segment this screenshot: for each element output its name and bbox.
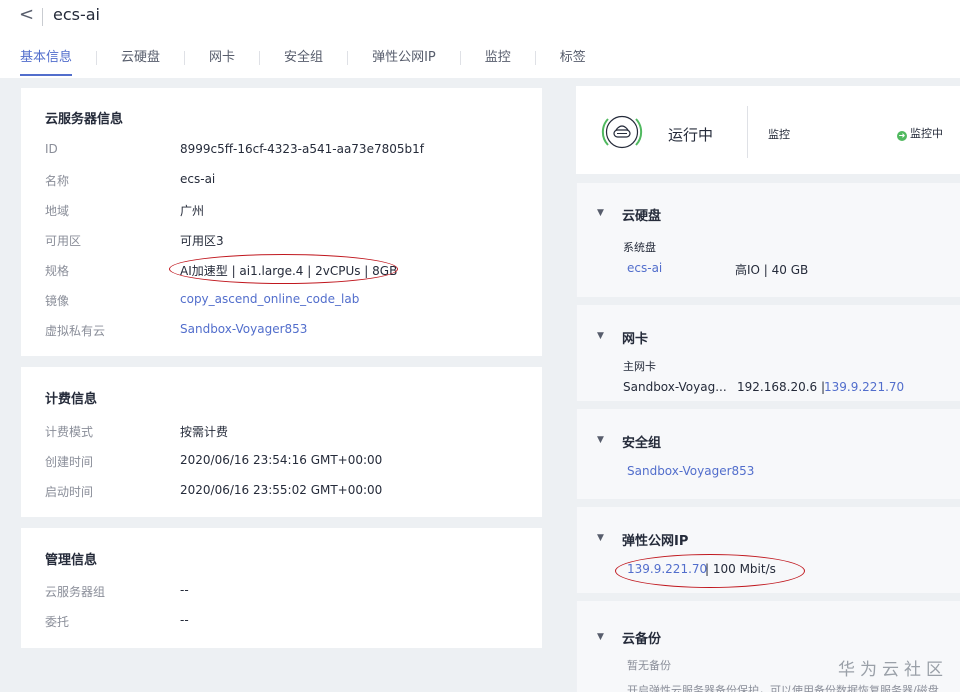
disk-name-link[interactable]: ecs-ai [627,261,662,275]
backup-hint: 开启弹性云服务器备份保护，可以使用备份数据恢复服务器/磁盘 [627,684,939,692]
title-divider [42,8,43,26]
server-info-card: 云服务器信息 ID 8999c5ff-16cf-4323-a541-aa73e7… [21,88,542,356]
tab-nics[interactable]: 网卡 [209,49,235,76]
eip-section-title: 弹性公网IP [622,534,689,549]
eip-bandwidth: | 100 Mbit/s [705,562,776,576]
tab-divider [534,51,536,65]
server-info-title: 云服务器信息 [45,112,124,127]
server-group-value: -- [180,583,189,597]
az-label: 可用区 [45,234,82,248]
billing-info-card: 计费信息 计费模式 按需计费 创建时间 2020/06/16 23:54:16 … [21,367,542,517]
status-divider [747,106,748,158]
monitor-label: 监控 [768,128,790,141]
page-header: < ecs-ai 基本信息 云硬盘 网卡 安全组 弹性公网IP 监控 标签 [0,0,960,78]
primary-nic-label: 主网卡 [623,360,656,373]
monitor-status-text: 监控中 [910,127,943,140]
nic-private-ip: 192.168.20.6 | [737,380,826,394]
tab-basic-info[interactable]: 基本信息 [20,49,73,76]
billing-info-title: 计费信息 [45,392,98,407]
collapse-caret-icon[interactable]: ▼ [597,533,604,543]
tab-divider [459,51,461,65]
agency-label: 委托 [45,615,70,629]
eip-section: ▼ 弹性公网IP 139.9.221.70 | 100 Mbit/s [576,507,960,593]
collapse-caret-icon[interactable]: ▼ [597,331,604,341]
backup-status: 暂无备份 [627,659,671,672]
server-group-label: 云服务器组 [45,585,106,599]
collapse-caret-icon[interactable]: ▼ [597,632,604,642]
billing-mode-value: 按需计费 [180,425,229,439]
security-group-link[interactable]: Sandbox-Voyager853 [627,464,754,478]
collapse-caret-icon[interactable]: ▼ [597,208,604,218]
tab-monitoring[interactable]: 监控 [485,49,511,76]
id-label: ID [45,142,58,156]
disk-spec: 高IO | 40 GB [735,263,809,277]
started-time-label: 启动时间 [45,485,94,499]
agency-value: -- [180,613,189,627]
id-value: 8999c5ff-16cf-4323-a541-aa73e7805b1f [180,142,424,156]
tab-security-groups[interactable]: 安全组 [284,49,323,76]
server-running-icon [601,115,643,149]
tab-eips[interactable]: 弹性公网IP [372,49,436,76]
nic-section-title: 网卡 [622,332,649,347]
disk-section-title: 云硬盘 [622,209,662,224]
watermark: 华为云社区 [838,660,948,680]
az-value: 可用区3 [180,234,224,248]
backup-section-title: 云备份 [622,632,662,647]
started-time-value: 2020/06/16 23:55:02 GMT+00:00 [180,483,383,497]
monitoring-arrow-icon: ➜ [897,131,907,141]
disk-section: ▼ 云硬盘 系统盘 ecs-ai 高IO | 40 GB [576,183,960,297]
status-card: 运行中 监控 ➜ 监控中 [576,86,960,174]
security-group-section: ▼ 安全组 Sandbox-Voyager853 [576,409,960,499]
created-time-label: 创建时间 [45,455,94,469]
tab-divider [96,51,98,65]
tab-divider [184,51,186,65]
nic-name: Sandbox-Voyag... [623,380,727,394]
monitor-status: ➜ 监控中 [897,125,943,141]
page-title: ecs-ai [53,5,100,24]
flavor-label: 规格 [45,264,70,278]
image-link[interactable]: copy_ascend_online_code_lab [180,292,359,306]
management-info-card: 管理信息 云服务器组 -- 委托 -- [21,528,542,648]
nic-section: ▼ 网卡 主网卡 Sandbox-Voyag... 192.168.20.6 |… [576,305,960,401]
security-group-title: 安全组 [622,436,662,451]
collapse-caret-icon[interactable]: ▼ [597,435,604,445]
tab-divider [259,51,261,65]
tab-disks[interactable]: 云硬盘 [121,49,160,76]
image-label: 镜像 [45,294,70,308]
billing-mode-label: 计费模式 [45,425,94,439]
name-label: 名称 [45,174,70,188]
created-time-value: 2020/06/16 23:54:16 GMT+00:00 [180,453,383,467]
tab-divider [347,51,349,65]
region-value: 广州 [180,204,205,218]
nic-public-ip-link[interactable]: 139.9.221.70 [824,380,904,394]
system-disk-label: 系统盘 [623,241,656,254]
vpc-link[interactable]: Sandbox-Voyager853 [180,322,307,336]
name-value: ecs-ai [180,172,216,186]
eip-link[interactable]: 139.9.221.70 [627,562,707,576]
flavor-value: AI加速型 | ai1.large.4 | 2vCPUs | 8GB [180,264,398,278]
tab-bar: 基本信息 云硬盘 网卡 安全组 弹性公网IP 监控 标签 [20,49,586,77]
vpc-label: 虚拟私有云 [45,324,106,338]
region-label: 地域 [45,204,70,218]
back-icon[interactable]: < [19,4,34,25]
server-status-text: 运行中 [668,126,714,144]
tab-tags[interactable]: 标签 [560,49,586,76]
management-info-title: 管理信息 [45,553,98,568]
